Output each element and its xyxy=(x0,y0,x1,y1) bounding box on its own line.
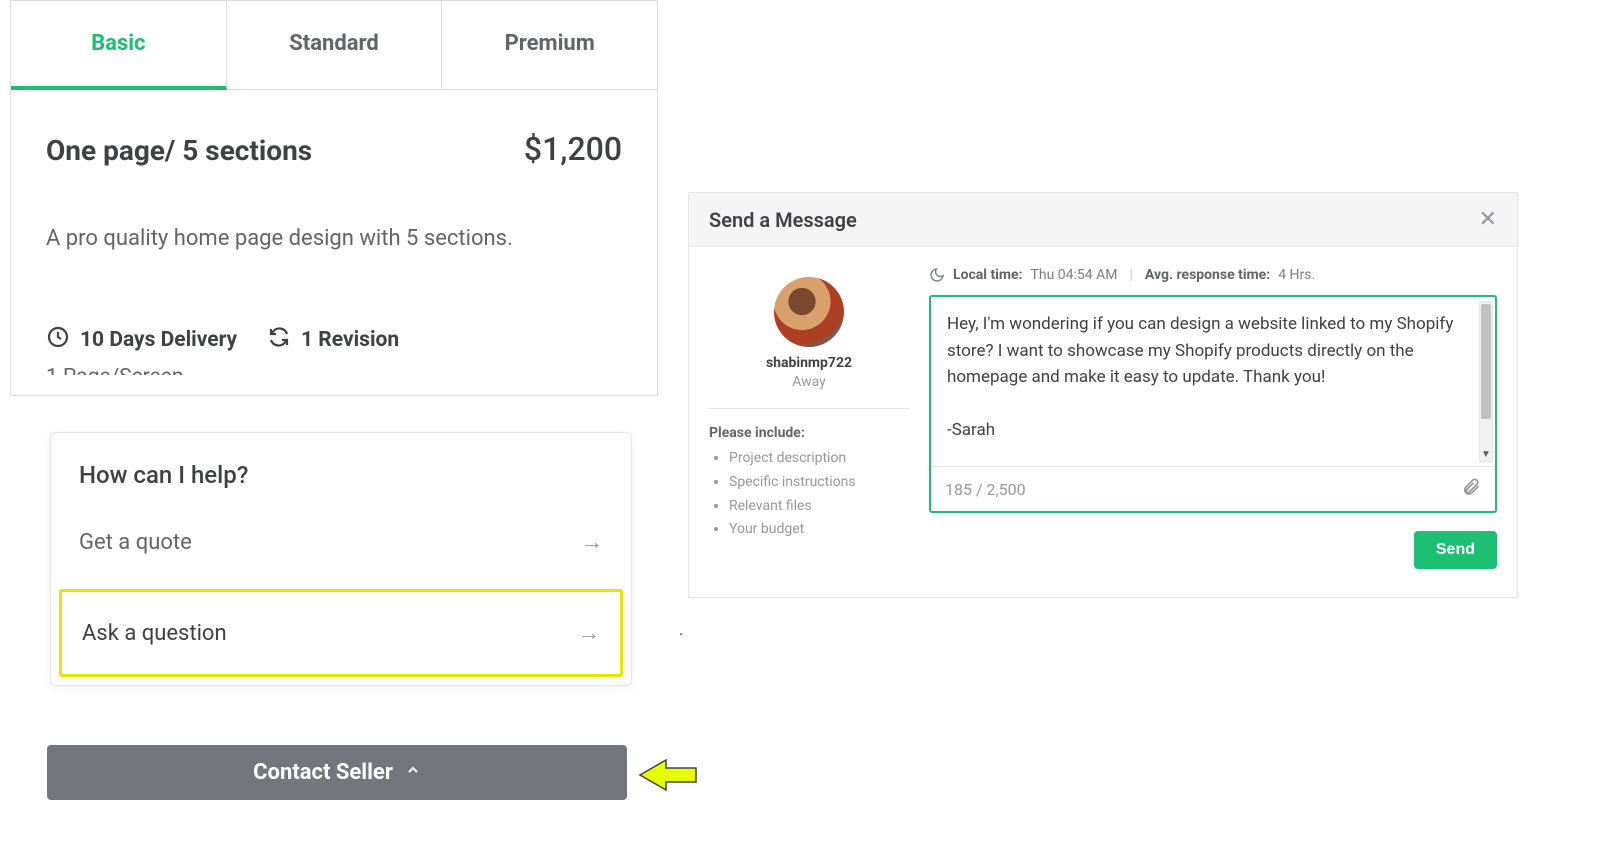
help-item-label: Ask a question xyxy=(82,621,227,646)
attachment-icon[interactable] xyxy=(1461,477,1481,501)
include-item: Project description xyxy=(729,447,909,471)
help-popover: How can I help? Get a quote → Ask a ques… xyxy=(50,432,632,686)
seller-column: shabinmp722 Away Please include: Project… xyxy=(709,267,909,569)
help-popover-title: How can I help? xyxy=(51,433,631,501)
include-item: Specific instructions xyxy=(729,471,909,495)
scrollbar-down-icon[interactable]: ▼ xyxy=(1480,447,1492,461)
help-item-quote[interactable]: Get a quote → xyxy=(51,501,631,583)
message-header-title: Send a Message xyxy=(709,208,857,232)
close-icon[interactable]: ✕ xyxy=(1479,207,1497,232)
package-title: One page/ 5 sections xyxy=(46,134,312,167)
send-row: Send xyxy=(929,531,1497,569)
pricing-tabs: Basic Standard Premium xyxy=(11,1,657,90)
revisions-meta: 1 Revision xyxy=(267,325,399,355)
contact-seller-button[interactable]: Contact Seller xyxy=(47,745,627,800)
include-title: Please include: xyxy=(709,425,909,441)
package-description: A pro quality home page design with 5 se… xyxy=(46,223,622,255)
moon-icon xyxy=(929,267,945,283)
compose-box: Hey, I'm wondering if you can design a w… xyxy=(929,295,1497,513)
include-item: Relevant files xyxy=(729,495,909,519)
arrow-right-icon: → xyxy=(581,529,603,555)
avatar xyxy=(774,277,844,347)
contact-seller-label: Contact Seller xyxy=(253,760,393,785)
chevron-up-icon xyxy=(405,762,421,783)
delivery-meta: 10 Days Delivery xyxy=(46,325,237,355)
message-panel: Send a Message ✕ shabinmp722 Away Please… xyxy=(688,192,1518,598)
avg-response-value: 4 Hrs. xyxy=(1278,267,1315,283)
pricing-card: Basic Standard Premium One page/ 5 secti… xyxy=(10,0,658,396)
help-item-label: Get a quote xyxy=(79,530,192,555)
feature-partial: 1 Page/Screen xyxy=(46,365,622,375)
stray-glyph: . xyxy=(679,620,683,639)
annotation-arrow-icon xyxy=(638,758,698,796)
local-time-label: Local time: xyxy=(953,267,1023,283)
message-header: Send a Message ✕ xyxy=(689,193,1517,247)
scrollbar[interactable]: ▼ xyxy=(1479,301,1493,462)
delivery-text: 10 Days Delivery xyxy=(80,328,237,352)
help-item-ask-question[interactable]: Ask a question → xyxy=(59,589,623,677)
send-button[interactable]: Send xyxy=(1414,531,1497,569)
refresh-icon xyxy=(267,325,291,355)
clock-icon xyxy=(46,325,70,355)
seller-status: Away xyxy=(709,374,909,390)
scrollbar-thumb[interactable] xyxy=(1481,304,1491,418)
tab-basic[interactable]: Basic xyxy=(11,1,227,90)
compose-column: Local time: Thu 04:54 AM | Avg. response… xyxy=(929,267,1497,569)
message-text-content: Hey, I'm wondering if you can design a w… xyxy=(947,311,1471,443)
avg-response-label: Avg. response time: xyxy=(1145,267,1270,283)
revisions-text: 1 Revision xyxy=(301,328,399,352)
package-meta: 10 Days Delivery 1 Revision xyxy=(46,325,622,355)
char-count: 185 / 2,500 xyxy=(945,480,1026,499)
tab-premium[interactable]: Premium xyxy=(442,1,657,89)
arrow-right-icon: → xyxy=(578,620,600,646)
message-body: shabinmp722 Away Please include: Project… xyxy=(689,247,1517,597)
include-list: Project description Specific instruction… xyxy=(709,447,909,542)
seller-username: shabinmp722 xyxy=(709,355,909,371)
compose-footer: 185 / 2,500 xyxy=(931,467,1495,511)
package-title-row: One page/ 5 sections $1,200 xyxy=(46,130,622,168)
message-textarea[interactable]: Hey, I'm wondering if you can design a w… xyxy=(931,297,1495,467)
include-item: Your budget xyxy=(729,518,909,542)
package-body: One page/ 5 sections $1,200 A pro qualit… xyxy=(11,90,657,395)
package-price: $1,200 xyxy=(524,130,622,168)
seller-meta-line: Local time: Thu 04:54 AM | Avg. response… xyxy=(929,267,1497,283)
local-time-value: Thu 04:54 AM xyxy=(1031,267,1118,283)
tab-standard[interactable]: Standard xyxy=(227,1,443,89)
include-block: Please include: Project description Spec… xyxy=(709,408,909,542)
meta-separator: | xyxy=(1129,267,1132,283)
